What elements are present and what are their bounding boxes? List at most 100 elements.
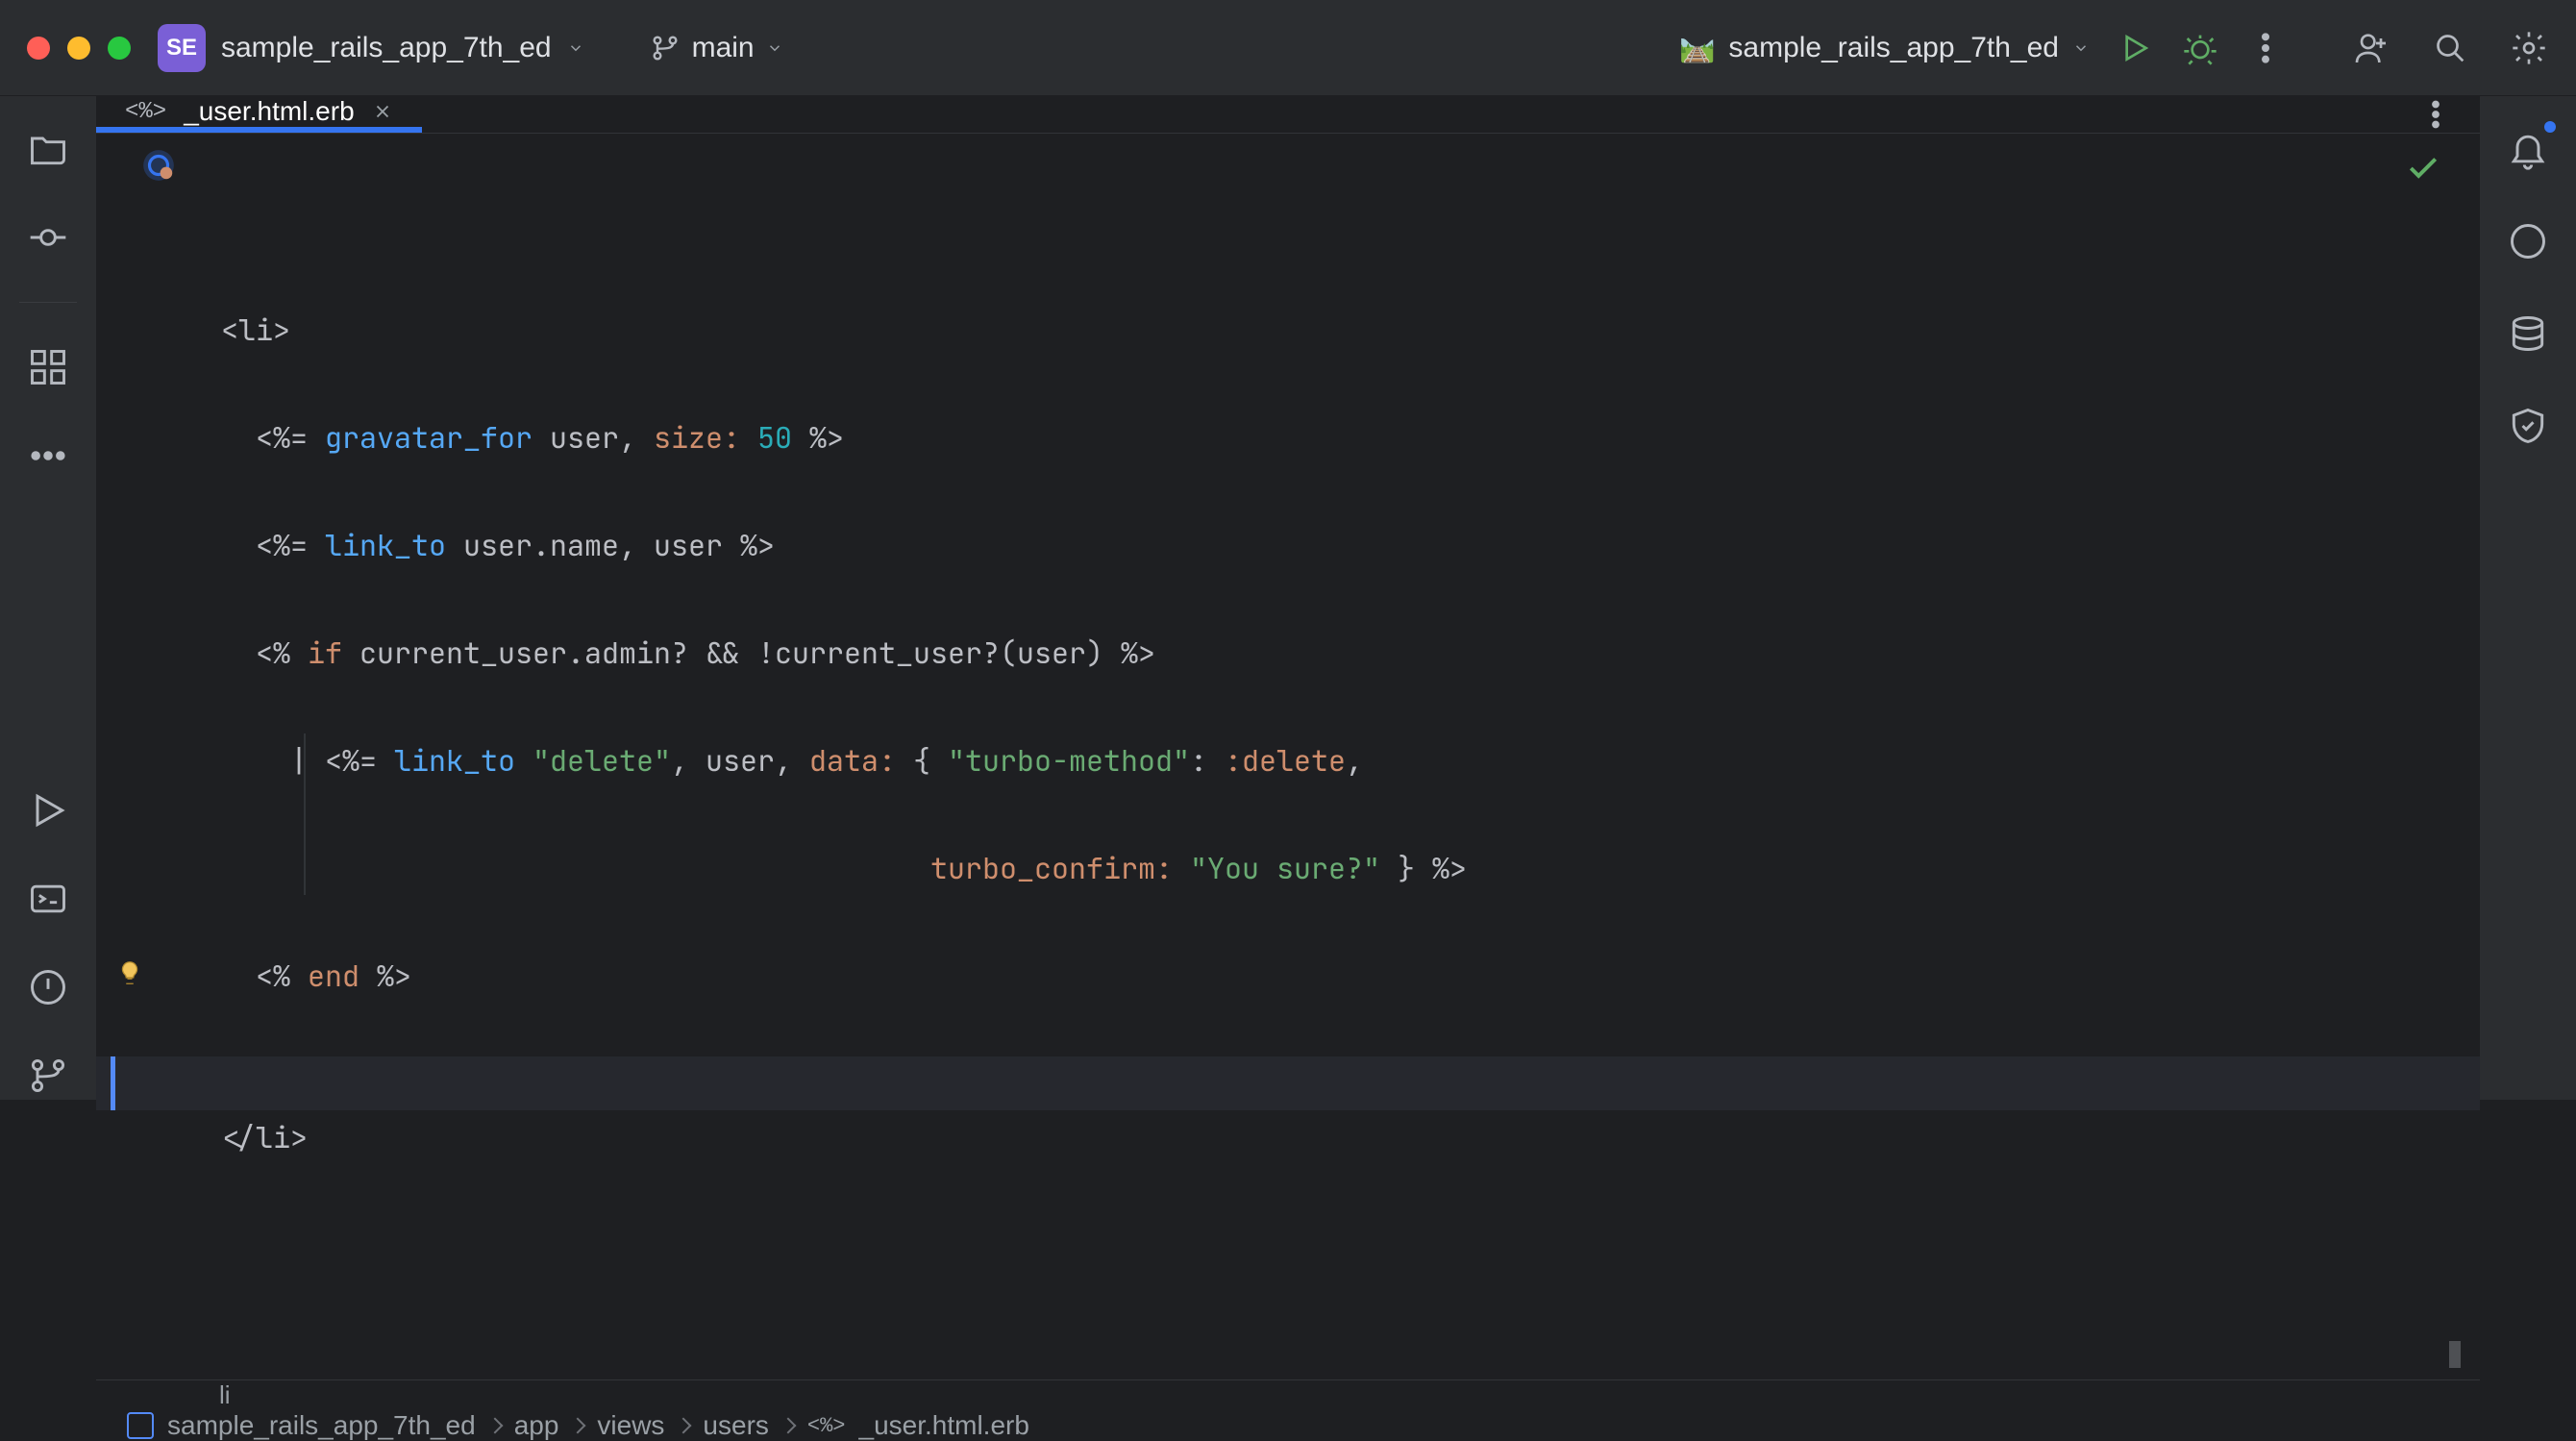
right-toolwindow-bar bbox=[2480, 96, 2576, 1100]
code-text: : bbox=[1190, 741, 1225, 780]
caret-gutter-marker bbox=[111, 1056, 115, 1110]
code-text bbox=[221, 849, 930, 887]
run-tool-icon[interactable] bbox=[24, 786, 72, 834]
project-tool-icon[interactable] bbox=[24, 125, 72, 173]
version-control-tool-icon[interactable] bbox=[24, 1052, 72, 1100]
run-controls: 🛤️ sample_rails_app_7th_ed bbox=[1679, 28, 2286, 68]
tab-user-html-erb[interactable]: <%> _user.html.erb bbox=[96, 96, 422, 133]
security-tool-icon[interactable] bbox=[2504, 402, 2552, 450]
breadcrumb-file[interactable]: _user.html.erb bbox=[859, 1410, 1029, 1441]
window-traffic-lights bbox=[27, 37, 131, 60]
erb-file-icon: <%> bbox=[125, 99, 166, 125]
close-tab-icon[interactable] bbox=[372, 101, 393, 122]
debug-button[interactable] bbox=[2180, 28, 2220, 68]
titlebar-right-actions bbox=[2351, 28, 2549, 68]
search-everywhere-icon[interactable] bbox=[2430, 28, 2470, 68]
caret-line-highlight bbox=[96, 1056, 2480, 1110]
code-text: <% bbox=[221, 634, 308, 672]
navigation-bar[interactable]: sample_rails_app_7th_ed app views users … bbox=[96, 1410, 2480, 1441]
code-text: 50 bbox=[757, 418, 792, 457]
chevron-right-icon bbox=[486, 1418, 503, 1434]
code-text: gravatar_for bbox=[325, 418, 533, 457]
code-text: <% bbox=[221, 957, 308, 995]
code-text: :delete bbox=[1225, 741, 1346, 780]
breadcrumb-segment[interactable]: views bbox=[597, 1410, 664, 1441]
ai-assistant-icon[interactable] bbox=[2504, 217, 2552, 265]
intention-bulb-icon[interactable] bbox=[115, 958, 144, 987]
git-branch-selector[interactable]: main bbox=[650, 32, 783, 64]
element-indicator: li bbox=[96, 1379, 2480, 1410]
code-text: <%= bbox=[221, 526, 325, 564]
project-name: sample_rails_app_7th_ed bbox=[221, 32, 552, 64]
chevron-down-icon bbox=[2072, 39, 2090, 57]
branch-name: main bbox=[692, 32, 755, 64]
database-tool-icon[interactable] bbox=[2504, 310, 2552, 358]
structure-tool-icon[interactable] bbox=[24, 343, 72, 391]
erb-file-icon: <%> bbox=[807, 1414, 846, 1438]
tab-label: _user.html.erb bbox=[184, 96, 354, 127]
code-text: "turbo-method" bbox=[948, 741, 1190, 780]
chevron-right-icon bbox=[780, 1418, 796, 1434]
more-run-options[interactable] bbox=[2245, 28, 2286, 68]
problems-tool-icon[interactable] bbox=[24, 963, 72, 1011]
code-editor[interactable]: <li> <%= gravatar_for user, size: 50 %> … bbox=[221, 134, 2480, 1379]
code-text: size: bbox=[654, 418, 757, 457]
editor-gutter bbox=[96, 134, 221, 1379]
run-button[interactable] bbox=[2115, 28, 2155, 68]
code-text: turbo_confirm: bbox=[930, 849, 1190, 887]
code-text: %> bbox=[359, 957, 411, 995]
notifications-icon[interactable] bbox=[2504, 125, 2552, 173]
code-text: </li> bbox=[221, 1118, 308, 1156]
editor-area[interactable]: <li> <%= gravatar_for user, size: 50 %> … bbox=[96, 134, 2480, 1379]
code-text: user.name, user %> bbox=[446, 526, 775, 564]
main-shell: <%> _user.html.erb <li> <%= gravatar_for… bbox=[0, 96, 2576, 1100]
module-icon bbox=[127, 1412, 154, 1439]
chevron-down-icon bbox=[766, 39, 783, 57]
titlebar: SE sample_rails_app_7th_ed main 🛤️ sampl… bbox=[0, 0, 2576, 96]
terminal-tool-icon[interactable] bbox=[24, 875, 72, 923]
chevron-down-icon bbox=[567, 39, 584, 57]
code-text: user, bbox=[533, 418, 654, 457]
project-selector[interactable]: SE sample_rails_app_7th_ed bbox=[158, 24, 584, 72]
settings-icon[interactable] bbox=[2509, 28, 2549, 68]
breadcrumb-segment[interactable]: users bbox=[703, 1410, 768, 1441]
editor-tab-bar: <%> _user.html.erb bbox=[96, 96, 2480, 134]
fullscreen-window-icon[interactable] bbox=[108, 37, 131, 60]
more-tools-icon[interactable] bbox=[24, 432, 72, 480]
scrollbar-thumb[interactable] bbox=[2449, 1341, 2461, 1368]
code-text: end bbox=[308, 957, 359, 995]
breadcrumb-segment[interactable]: app bbox=[514, 1410, 559, 1441]
tool-divider bbox=[19, 302, 77, 303]
code-text: , bbox=[1346, 741, 1363, 780]
code-text: link_to bbox=[394, 741, 515, 780]
indicator-text: li bbox=[219, 1380, 231, 1410]
code-text: %> bbox=[792, 418, 844, 457]
run-config-selector[interactable]: 🛤️ sample_rails_app_7th_ed bbox=[1679, 31, 2090, 64]
close-window-icon[interactable] bbox=[27, 37, 50, 60]
breadcrumb-root[interactable]: sample_rails_app_7th_ed bbox=[167, 1410, 476, 1441]
project-badge: SE bbox=[158, 24, 206, 72]
ruby-icon: 🛤️ bbox=[1679, 31, 1715, 64]
code-text: "You sure?" bbox=[1190, 849, 1380, 887]
chevron-right-icon bbox=[676, 1418, 692, 1434]
code-text: } %> bbox=[1380, 849, 1467, 887]
commit-tool-icon[interactable] bbox=[24, 213, 72, 261]
code-text: <li> bbox=[221, 311, 290, 349]
code-text: , user, bbox=[671, 741, 809, 780]
minimize-window-icon[interactable] bbox=[67, 37, 90, 60]
run-gutter-icon[interactable] bbox=[140, 147, 177, 184]
code-text: { bbox=[913, 741, 948, 780]
code-text: <%= bbox=[221, 418, 325, 457]
code-with-me-icon[interactable] bbox=[2351, 28, 2391, 68]
code-text: "delete" bbox=[533, 741, 671, 780]
left-toolwindow-bar bbox=[0, 96, 96, 1100]
tab-options[interactable] bbox=[2391, 96, 2480, 133]
code-text: if bbox=[308, 634, 342, 672]
git-branch-icon bbox=[650, 33, 681, 63]
editor-column: <%> _user.html.erb <li> <%= gravatar_for… bbox=[96, 96, 2480, 1100]
chevron-right-icon bbox=[570, 1418, 586, 1434]
code-text: current_user.admin? && !current_user?(us… bbox=[342, 634, 1155, 672]
code-text: data: bbox=[809, 741, 913, 780]
code-text bbox=[515, 741, 533, 780]
inspections-ok-icon[interactable] bbox=[2405, 149, 2441, 203]
